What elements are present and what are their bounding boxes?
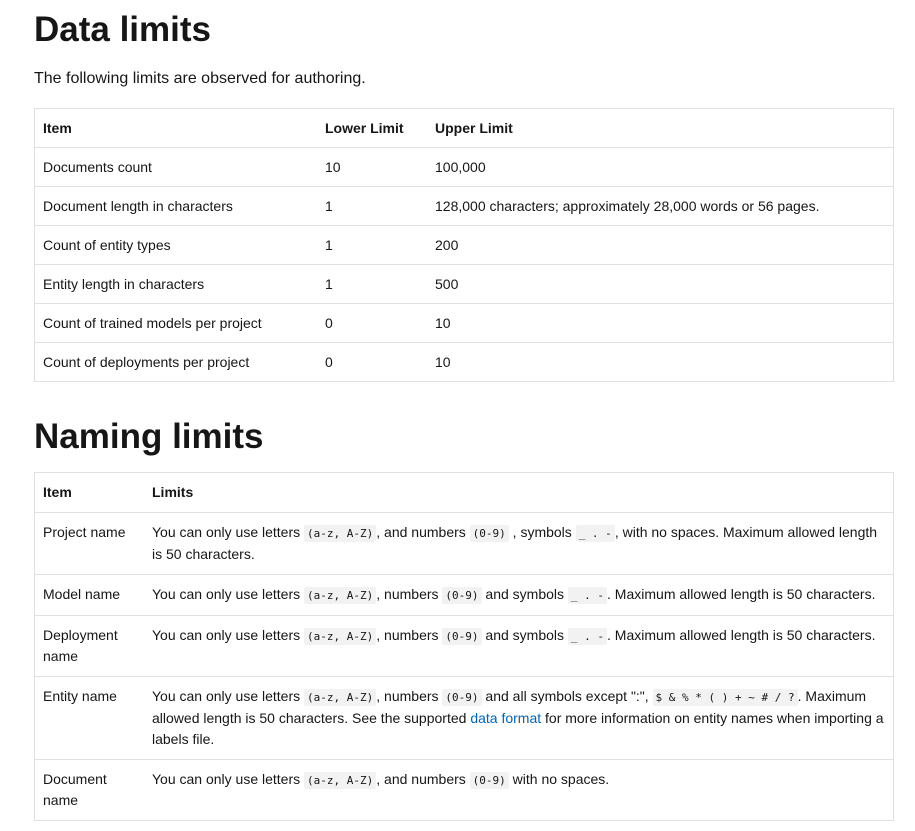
limit-text: , numbers bbox=[376, 627, 443, 643]
column-header: Limits bbox=[144, 472, 894, 513]
inline-code: _ . - bbox=[575, 525, 615, 542]
table-cell: Count of trained models per project bbox=[34, 303, 317, 343]
table-cell: 10 bbox=[427, 303, 894, 343]
table-cell: 1 bbox=[317, 264, 427, 304]
inline-code: _ . - bbox=[567, 628, 608, 645]
table-cell: 1 bbox=[317, 225, 427, 265]
data-limits-table: Item Lower Limit Upper Limit Documents c… bbox=[34, 108, 894, 382]
table-row: Document length in characters 1 128,000 ch… bbox=[34, 186, 894, 226]
table-cell: Count of deployments per project bbox=[34, 342, 317, 382]
table-row: Documents count 10 100,000 bbox=[34, 147, 894, 187]
inline-code: _ . - bbox=[567, 587, 608, 604]
table-row: Entity length in characters 1 500 bbox=[34, 264, 894, 304]
table-cell: 0 bbox=[317, 342, 427, 382]
table-row: Document name You can only use letters (a… bbox=[34, 759, 894, 821]
table-cell: 0 bbox=[317, 303, 427, 343]
table-cell: 128,000 characters; approximately 28,000… bbox=[427, 186, 894, 226]
table-row: Deployment name You can only use letters … bbox=[34, 615, 894, 677]
table-cell: Count of entity types bbox=[34, 225, 317, 265]
inline-code: $ & % * ( ) + ~ # / ? bbox=[652, 689, 798, 706]
limit-text: You can only use letters bbox=[152, 627, 305, 643]
limit-text: , symbols bbox=[508, 524, 576, 540]
column-header: Lower Limit bbox=[317, 108, 427, 148]
table-row: Entity name You can only use letters (a-z… bbox=[34, 676, 894, 760]
item-cell: Model name bbox=[34, 574, 144, 616]
limit-text: , numbers bbox=[376, 586, 443, 602]
table-header-row: Item Lower Limit Upper Limit bbox=[34, 108, 894, 148]
page-content: Data limits The following limits are obs… bbox=[0, 0, 915, 821]
data-limits-intro: The following limits are observed for au… bbox=[34, 70, 366, 87]
inline-code: (0-9) bbox=[469, 772, 509, 789]
table-row: Count of trained models per project 0 10 bbox=[34, 303, 894, 343]
limit-text: , and numbers bbox=[376, 524, 470, 540]
limit-text: You can only use letters bbox=[152, 524, 305, 540]
column-header: Item bbox=[34, 108, 317, 148]
table-cell: Documents count bbox=[34, 147, 317, 187]
inline-code: (0-9) bbox=[469, 525, 509, 542]
table-cell: Entity length in characters bbox=[34, 264, 317, 304]
table-cell: Document length in characters bbox=[34, 186, 317, 226]
table-row: Model name You can only use letters (a-z,… bbox=[34, 574, 894, 616]
inline-code: (0-9) bbox=[442, 587, 482, 604]
data-limits-body: Documents count 10 100,000 Document length … bbox=[34, 147, 894, 382]
limit-text: and all symbols except ":", bbox=[481, 688, 653, 704]
limit-text: , numbers bbox=[376, 688, 443, 704]
inline-code: (a-z, A-Z) bbox=[304, 587, 377, 604]
inline-code: (a-z, A-Z) bbox=[304, 525, 377, 542]
limit-text: and symbols bbox=[481, 627, 568, 643]
naming-limits-table: Item Limits Project name You can only use… bbox=[34, 472, 894, 821]
table-cell: 10 bbox=[427, 342, 894, 382]
data-format-link[interactable]: data format bbox=[470, 710, 541, 726]
limits-cell: You can only use letters (a-z, A-Z), num… bbox=[144, 574, 894, 616]
table-cell: 100,000 bbox=[427, 147, 894, 187]
inline-code: (0-9) bbox=[442, 628, 482, 645]
limit-text: You can only use letters bbox=[152, 586, 305, 602]
table-cell: 10 bbox=[317, 147, 427, 187]
table-cell: 1 bbox=[317, 186, 427, 226]
table-cell: 200 bbox=[427, 225, 894, 265]
data-limits-heading: Data limits bbox=[34, 10, 211, 49]
item-cell: Document name bbox=[34, 759, 144, 821]
limit-text: , and numbers bbox=[376, 771, 470, 787]
table-row: Count of entity types 1 200 bbox=[34, 225, 894, 265]
table-row: Count of deployments per project 0 10 bbox=[34, 342, 894, 382]
limits-cell: You can only use letters (a-z, A-Z), and… bbox=[144, 512, 894, 575]
limit-text: . Maximum allowed length is 50 character… bbox=[607, 627, 876, 643]
inline-code: (a-z, A-Z) bbox=[304, 628, 377, 645]
limit-text: with no spaces. bbox=[508, 771, 610, 787]
limit-text: and symbols bbox=[481, 586, 568, 602]
naming-limits-heading: Naming limits bbox=[34, 417, 264, 456]
item-cell: Deployment name bbox=[34, 615, 144, 677]
limits-cell: You can only use letters (a-z, A-Z), num… bbox=[144, 676, 894, 760]
inline-code: (a-z, A-Z) bbox=[304, 772, 377, 789]
item-cell: Entity name bbox=[34, 676, 144, 760]
limit-text: You can only use letters bbox=[152, 771, 305, 787]
limit-text: You can only use letters bbox=[152, 688, 305, 704]
item-cell: Project name bbox=[34, 512, 144, 575]
limit-text: . Maximum allowed length is 50 character… bbox=[607, 586, 876, 602]
table-cell: 500 bbox=[427, 264, 894, 304]
column-header: Item bbox=[34, 472, 144, 513]
naming-limits-body: Project name You can only use letters (a-… bbox=[34, 512, 894, 821]
inline-code: (0-9) bbox=[442, 689, 482, 706]
inline-code: (a-z, A-Z) bbox=[304, 689, 377, 706]
limits-cell: You can only use letters (a-z, A-Z), and… bbox=[144, 759, 894, 821]
table-row: Project name You can only use letters (a-… bbox=[34, 512, 894, 575]
table-header-row: Item Limits bbox=[34, 472, 894, 513]
limits-cell: You can only use letters (a-z, A-Z), num… bbox=[144, 615, 894, 677]
column-header: Upper Limit bbox=[427, 108, 894, 148]
